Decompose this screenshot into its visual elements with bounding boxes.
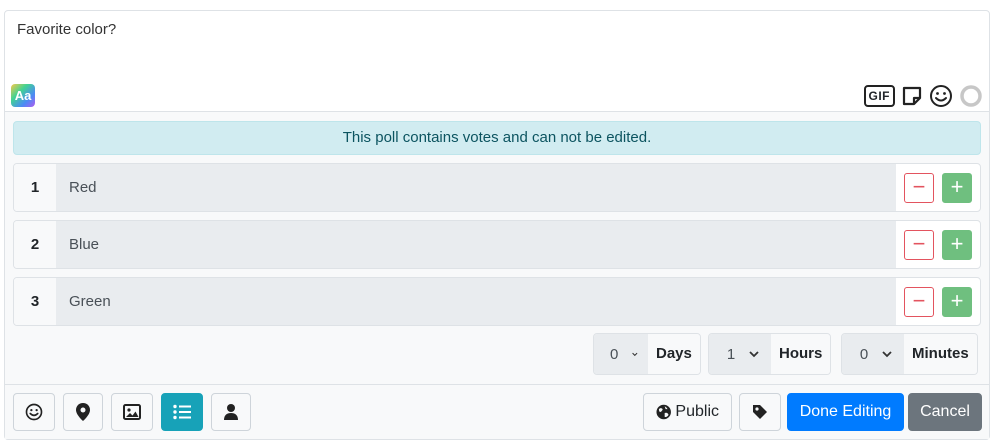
list-icon <box>173 404 191 420</box>
chevron-down-icon <box>749 350 759 357</box>
days-value: 0 <box>610 345 619 363</box>
remove-option-button[interactable]: − <box>904 230 934 260</box>
poll-button[interactable] <box>161 393 203 431</box>
tag-icon <box>753 405 767 419</box>
add-option-button[interactable]: + <box>942 287 972 317</box>
text-format-icon[interactable]: Aa <box>11 84 35 107</box>
days-select[interactable]: 0 <box>594 334 648 374</box>
option-input[interactable]: Blue <box>56 221 896 268</box>
emoji-icon <box>25 403 43 421</box>
tag-button[interactable] <box>739 393 781 431</box>
option-number: 2 <box>14 221 56 268</box>
minutes-select[interactable]: 0 <box>842 334 904 374</box>
hours-value: 1 <box>726 345 736 363</box>
globe-icon <box>656 404 671 420</box>
visibility-button[interactable]: Public <box>643 393 732 431</box>
user-icon <box>224 404 238 420</box>
option-input[interactable]: Red <box>56 164 896 211</box>
days-label: Days <box>648 334 700 374</box>
add-option-button[interactable]: + <box>942 230 972 260</box>
minutes-label: Minutes <box>904 334 977 374</box>
mention-user-button[interactable] <box>211 393 251 431</box>
post-composer: Favorite color? Aa GIF This poll contain… <box>4 10 990 440</box>
minutes-value: 0 <box>859 345 869 363</box>
image-button[interactable] <box>111 393 153 431</box>
emoji-button[interactable] <box>13 393 55 431</box>
chevron-down-icon <box>632 352 638 356</box>
character-count-ring-icon <box>960 85 982 107</box>
remove-option-button[interactable]: − <box>904 287 934 317</box>
duration-minutes: 0 Minutes <box>841 333 978 375</box>
remove-option-button[interactable]: − <box>904 173 934 203</box>
poll-locked-alert: This poll contains votes and can not be … <box>13 121 981 155</box>
hours-select[interactable]: 1 <box>709 334 771 374</box>
visibility-label: Public <box>675 403 719 420</box>
option-input[interactable]: Green <box>56 278 896 325</box>
option-number: 3 <box>14 278 56 325</box>
composer-footer: Public Done Editing Cancel <box>5 384 989 439</box>
duration-days: 0 Days <box>593 333 701 375</box>
location-button[interactable] <box>63 393 103 431</box>
poll-option: 1 Red − + <box>13 163 981 212</box>
add-option-button[interactable]: + <box>942 173 972 203</box>
hours-label: Hours <box>771 334 831 374</box>
poll-option: 3 Green − + <box>13 277 981 326</box>
duration-hours: 1 Hours <box>708 333 832 375</box>
poll-editor: This poll contains votes and can not be … <box>5 112 989 384</box>
chevron-down-icon <box>882 350 892 357</box>
poll-option: 2 Blue − + <box>13 220 981 269</box>
option-number: 1 <box>14 164 56 211</box>
composer-tools: GIF <box>863 84 984 108</box>
location-pin-icon <box>76 403 90 421</box>
done-editing-button[interactable]: Done Editing <box>787 393 904 431</box>
sticky-note-icon[interactable] <box>901 85 923 107</box>
emoji-icon[interactable] <box>929 84 953 108</box>
post-textarea[interactable]: Favorite color? <box>5 11 989 111</box>
cancel-button[interactable]: Cancel <box>908 393 982 431</box>
gif-button[interactable]: GIF <box>863 85 895 107</box>
image-icon <box>123 404 141 420</box>
